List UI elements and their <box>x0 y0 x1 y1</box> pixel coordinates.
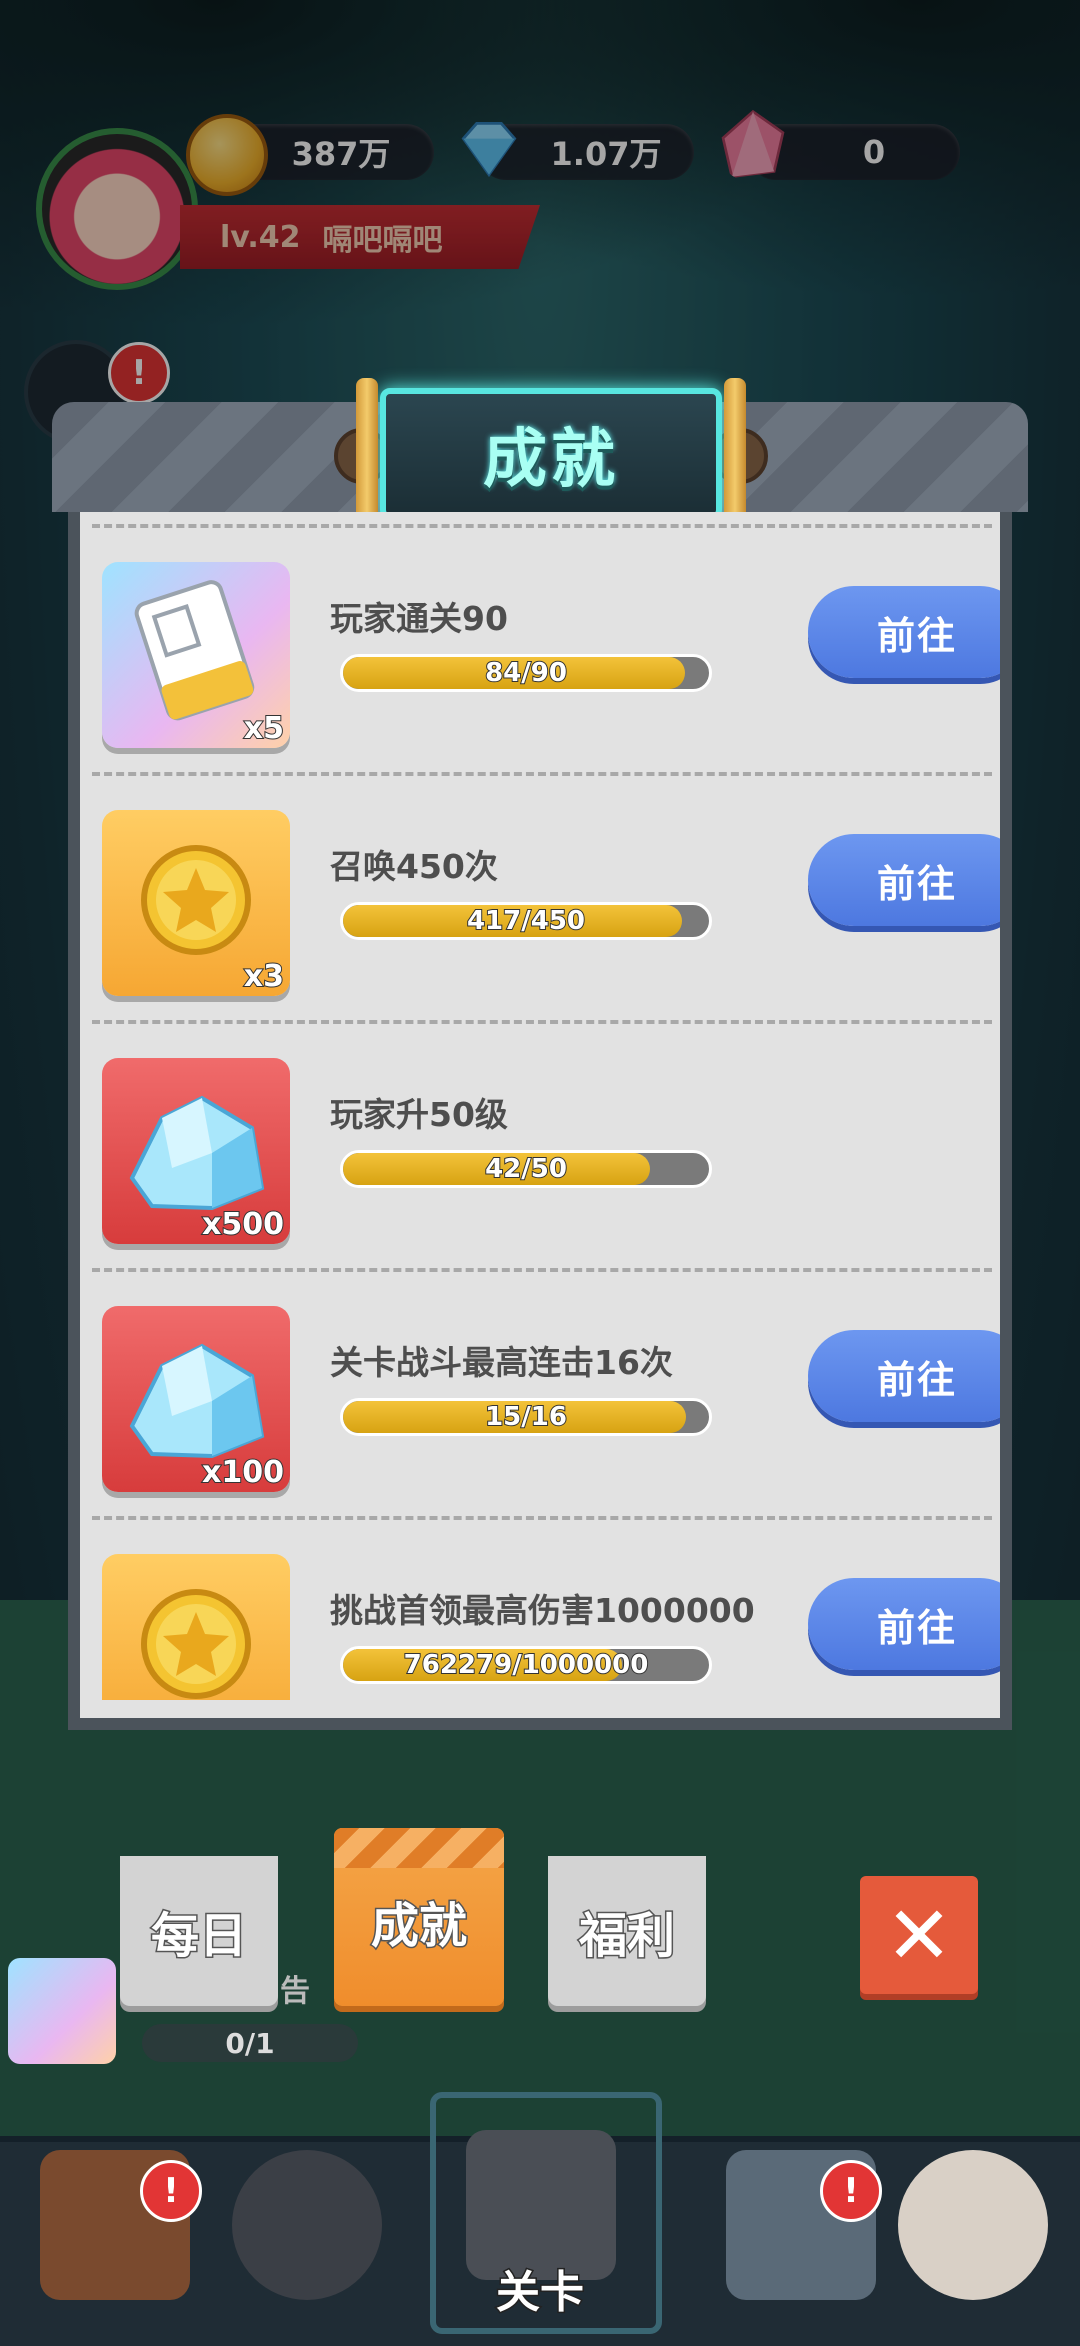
progress-bar: 42/50 <box>340 1150 712 1188</box>
ad-label: 告 <box>280 1974 310 2009</box>
tab-achievement[interactable]: 成就 <box>334 1828 504 2006</box>
progress-bar: 15/16 <box>340 1398 712 1436</box>
achievement-title: 召唤450次 <box>330 847 498 886</box>
tab-achievement-label: 成就 <box>369 1897 468 1956</box>
go-button[interactable]: 前往 <box>808 1330 1000 1422</box>
row-divider <box>92 524 992 528</box>
achievement-row: x3 召唤450次 417/450 前往 <box>92 778 1000 1026</box>
star-coin-icon <box>141 1589 251 1699</box>
treasure-badge: ! <box>820 2160 882 2222</box>
progress-text: 84/90 <box>484 657 568 689</box>
close-icon: ✕ <box>885 1888 953 1982</box>
progress-text: 15/16 <box>484 1401 568 1433</box>
achievement-row: x3 挑战首领最高伤害1000000 762279/1000000 前往 <box>92 1522 1000 1700</box>
tab-daily[interactable]: 每日 <box>120 1856 278 2006</box>
row-divider <box>92 1268 992 1272</box>
shop-badge: ! <box>140 2160 202 2222</box>
nav-skull-icon[interactable] <box>898 2150 1048 2300</box>
reward-quantity: x3 <box>243 958 285 995</box>
task-progress: 0/1 <box>142 2024 358 2062</box>
progress-text: 417/450 <box>466 905 586 937</box>
progress-text: 762279/1000000 <box>403 1649 650 1681</box>
achievement-title: 玩家升50级 <box>330 1095 508 1134</box>
achievement-title: 挑战首领最高伤害1000000 <box>330 1591 755 1630</box>
reward-quantity: x100 <box>201 1454 285 1491</box>
progress-bar: 762279/1000000 <box>340 1646 712 1684</box>
reward-quantity: x5 <box>243 710 285 747</box>
close-button[interactable]: ✕ <box>860 1876 978 1994</box>
achievement-title: 关卡战斗最高连击16次 <box>330 1343 673 1382</box>
achievement-title: 玩家通关90 <box>330 599 508 638</box>
row-divider <box>92 1516 992 1520</box>
panel-title: 成就 <box>483 423 619 497</box>
task-reward-thumbnail <box>8 1958 116 2064</box>
go-button[interactable]: 前往 <box>808 834 1000 926</box>
reward-thumbnail: x100 <box>102 1306 290 1492</box>
achievement-panel: 成就 x5 玩家通关90 84/90 前往 x3 召唤450次 417/450 … <box>52 378 1028 1812</box>
achievement-row: x500 玩家升50级 42/50 <box>92 1026 1000 1274</box>
achievement-row: x100 关卡战斗最高连击16次 15/16 前往 <box>92 1274 1000 1522</box>
reward-thumbnail: x5 <box>102 562 290 748</box>
progress-bar: 417/450 <box>340 902 712 940</box>
tab-welfare[interactable]: 福利 <box>548 1856 706 2006</box>
go-button[interactable]: 前往 <box>808 1578 1000 1670</box>
nav-hero-icon[interactable] <box>232 2150 382 2300</box>
reward-thumbnail: x500 <box>102 1058 290 1244</box>
tab-stripe <box>334 1828 504 1868</box>
nav-stage-label: 关卡 <box>495 2266 586 2320</box>
row-divider <box>92 1020 992 1024</box>
row-divider <box>92 772 992 776</box>
title-post-right <box>724 378 746 528</box>
go-button[interactable]: 前往 <box>808 586 1000 678</box>
reward-quantity: x500 <box>201 1206 285 1243</box>
title-post-left <box>356 378 378 528</box>
panel-title-plate: 成就 <box>356 378 746 528</box>
panel-footer <box>68 1700 1012 1730</box>
progress-text: 42/50 <box>484 1153 568 1185</box>
achievement-row: x5 玩家通关90 84/90 前往 <box>92 530 1000 778</box>
reward-thumbnail: x3 <box>102 1554 290 1700</box>
progress-bar: 84/90 <box>340 654 712 692</box>
reward-thumbnail: x3 <box>102 810 290 996</box>
achievement-list[interactable]: x5 玩家通关90 84/90 前往 x3 召唤450次 417/450 前往 … <box>68 512 1012 1700</box>
